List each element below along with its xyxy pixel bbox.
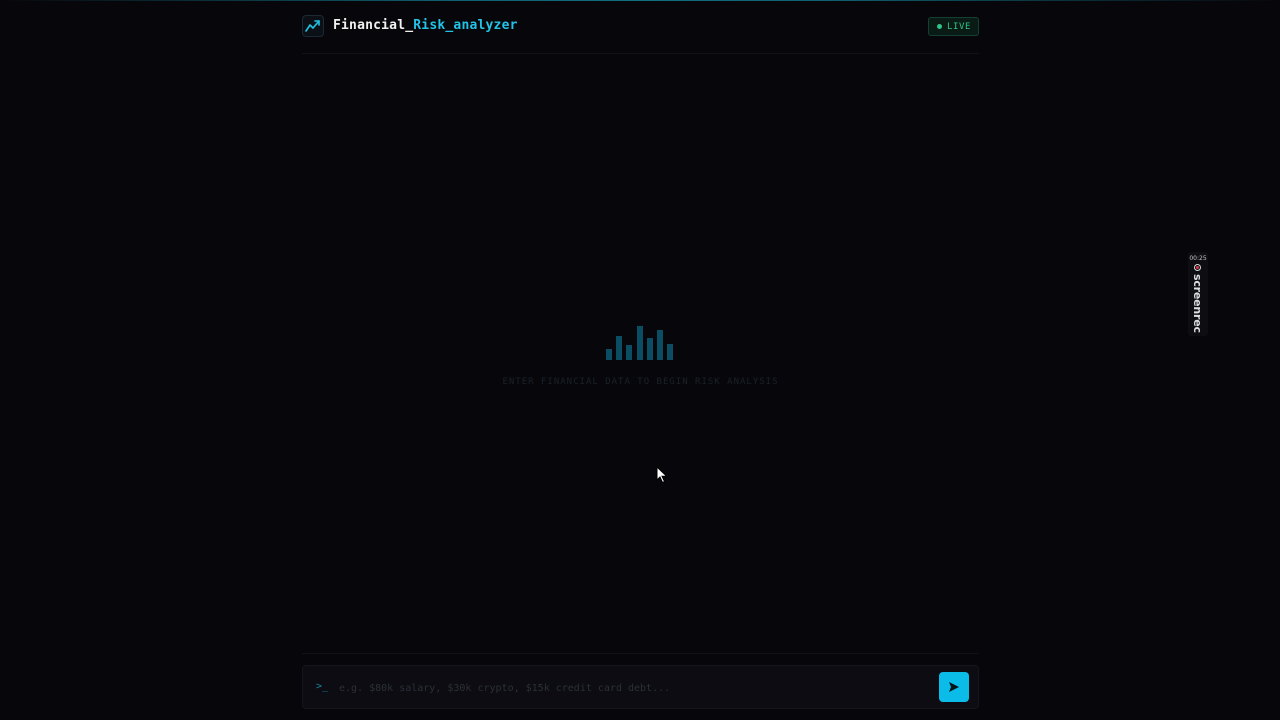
bar-chart-icon-bar xyxy=(606,349,612,360)
app-container: Financial_Risk_analyzer LIVE ENTER FINAN… xyxy=(302,0,979,720)
empty-state-message: ENTER FINANCIAL DATA TO BEGIN RISK ANALY… xyxy=(502,377,779,387)
send-icon xyxy=(949,682,959,692)
recorder-timer: 00:25 xyxy=(1189,255,1207,262)
app-title: Financial_Risk_analyzer xyxy=(333,18,518,33)
bar-chart-icon-bar xyxy=(647,338,653,360)
app-header: Financial_Risk_analyzer LIVE xyxy=(302,0,979,54)
live-status-badge: LIVE xyxy=(928,17,979,36)
live-dot-icon xyxy=(937,24,942,29)
screen-recorder-widget[interactable]: 00:25 screenrec xyxy=(1188,252,1208,336)
trending-up-icon xyxy=(302,15,324,37)
input-divider xyxy=(302,653,979,654)
terminal-prompt-icon: >_ xyxy=(316,681,329,692)
send-button[interactable] xyxy=(939,672,969,702)
live-status-label: LIVE xyxy=(947,22,972,32)
app-title-prefix: Financial_ xyxy=(333,18,414,33)
bar-chart-icon-bar xyxy=(667,344,673,360)
bar-chart-icon-bar xyxy=(626,345,632,360)
mouse-pointer-icon xyxy=(656,466,668,484)
financial-data-input[interactable] xyxy=(337,677,931,699)
bar-chart-icon-bar xyxy=(657,330,663,360)
bar-chart-icon-bar xyxy=(637,326,643,360)
bar-chart-icon-bar xyxy=(616,336,622,360)
app-title-accent: Risk_analyzer xyxy=(413,18,518,33)
recorder-label: screenrec xyxy=(1191,274,1204,333)
record-icon xyxy=(1194,264,1201,271)
chat-input-bar: >_ xyxy=(302,665,979,709)
